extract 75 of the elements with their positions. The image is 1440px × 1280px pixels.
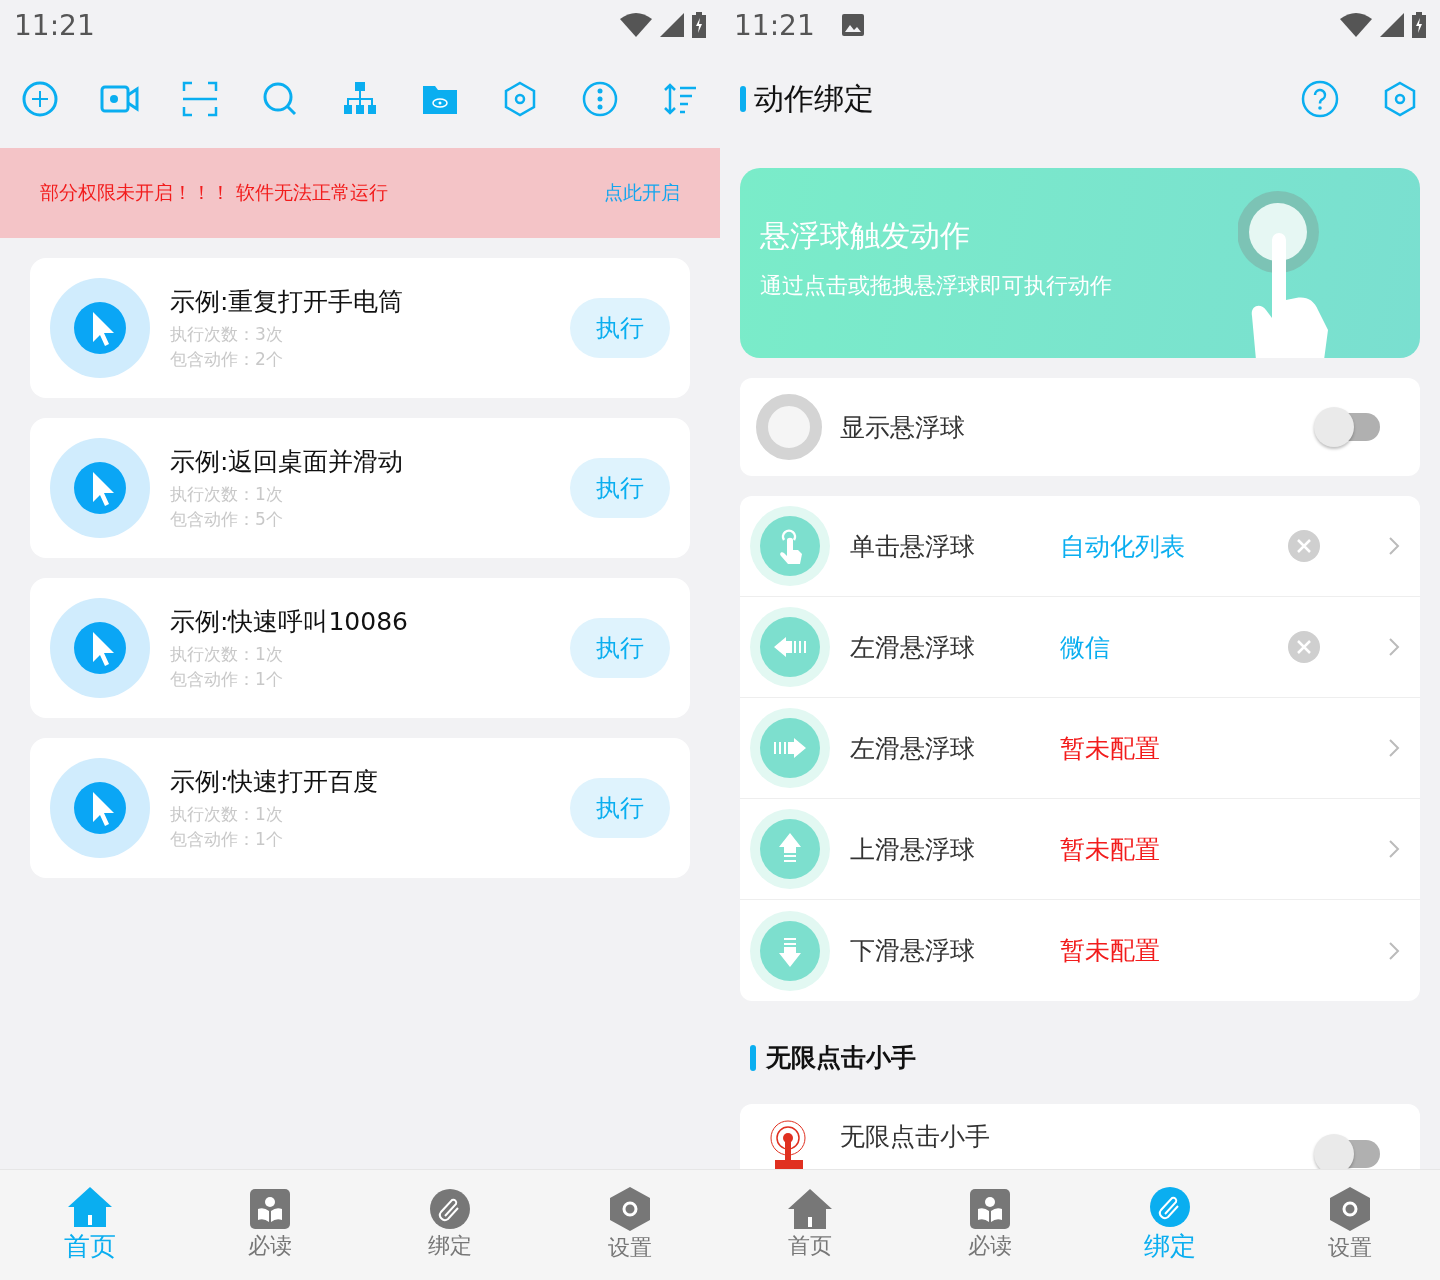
chevron-icon	[1388, 940, 1400, 961]
pointer-hand-icon	[750, 506, 830, 586]
wifi-icon	[1340, 13, 1372, 37]
page-title: 动作绑定	[754, 79, 874, 118]
gesture-name: 左滑悬浮球	[850, 732, 976, 765]
home-icon	[68, 1186, 112, 1227]
battery-icon	[1412, 12, 1426, 38]
gesture-row[interactable]: 下滑悬浮球 暂未配置	[740, 900, 1420, 1001]
run-button[interactable]: 执行	[570, 618, 670, 678]
setting-label: 显示悬浮球	[840, 411, 965, 444]
chevron-icon	[1388, 738, 1400, 758]
run-button[interactable]: 执行	[570, 778, 670, 838]
cursor-icon	[50, 598, 150, 698]
gesture-row[interactable]: 上滑悬浮球 暂未配置	[740, 799, 1420, 900]
nav-tab[interactable]: 设置	[540, 1170, 720, 1280]
section-title: 无限点击小手	[766, 1042, 916, 1074]
gesture-row[interactable]: 左滑悬浮球 暂未配置	[740, 698, 1420, 799]
chevron-icon	[1388, 839, 1400, 859]
cursor-icon	[50, 758, 150, 858]
gesture-name: 左滑悬浮球	[850, 631, 976, 664]
setting-label: 无限点击小手	[840, 1121, 990, 1153]
chevron-icon	[1388, 536, 1400, 556]
status-time: 11:21	[14, 8, 95, 42]
run-button[interactable]: 执行	[570, 458, 670, 518]
signal-icon	[660, 13, 684, 37]
book-icon	[970, 1189, 1010, 1229]
ball-icon	[756, 394, 822, 460]
nav-tab[interactable]: 绑定	[360, 1170, 540, 1280]
battery-icon	[692, 12, 706, 38]
link-icon	[1150, 1186, 1190, 1227]
more-icon[interactable]	[580, 79, 620, 119]
chevron-icon	[1388, 637, 1400, 657]
nav-tab[interactable]: 设置	[1260, 1170, 1440, 1280]
nav-tab[interactable]: 必读	[900, 1170, 1080, 1280]
cursor-icon	[50, 278, 150, 378]
bound-action: 暂未配置	[1060, 732, 1160, 765]
signal-icon	[1380, 13, 1404, 37]
nav-tab[interactable]: 首页	[0, 1170, 180, 1280]
bound-action: 暂未配置	[1060, 833, 1160, 866]
clear-icon[interactable]	[1288, 631, 1320, 663]
gesture-name: 上滑悬浮球	[850, 833, 976, 866]
gesture-name: 下滑悬浮球	[850, 935, 976, 967]
alert-message: 部分权限未开启！！！ 软件无法正常运行	[40, 180, 389, 205]
banner-subtitle: 通过点击或拖拽悬浮球即可执行动作	[760, 272, 1113, 300]
cursor-icon	[50, 438, 150, 538]
run-button[interactable]: 执行	[570, 298, 670, 358]
add-icon[interactable]	[20, 79, 60, 119]
nav-tab[interactable]: 首页	[720, 1170, 900, 1280]
nav-tab[interactable]: 绑定	[1080, 1170, 1260, 1280]
toggle-switch[interactable]	[1314, 405, 1380, 449]
gesture-row[interactable]: 单击悬浮球 自动化列表	[740, 496, 1420, 597]
help-icon[interactable]	[1300, 79, 1340, 119]
clear-icon[interactable]	[1288, 530, 1320, 562]
task-title: 示例:快速呼叫10086	[170, 605, 409, 638]
gesture-row[interactable]: 左滑悬浮球 微信	[740, 597, 1420, 698]
gesture-name: 单击悬浮球	[850, 530, 976, 563]
image-icon	[840, 13, 865, 37]
link-icon	[430, 1189, 470, 1229]
scan-icon[interactable]	[180, 79, 220, 119]
accent-bar	[750, 1044, 756, 1071]
task-title: 示例:重复打开手电筒	[170, 285, 405, 318]
task-title: 示例:快速打开百度	[170, 765, 380, 798]
settings-icon	[1330, 1187, 1370, 1231]
nav-tab[interactable]: 必读	[180, 1170, 360, 1280]
status-time: 11:21	[734, 8, 815, 42]
task-title: 示例:返回桌面并滑动	[170, 445, 405, 478]
accent-bar	[740, 86, 746, 112]
book-icon	[250, 1189, 290, 1229]
settings-icon	[610, 1187, 650, 1231]
wifi-icon	[620, 13, 652, 37]
bound-action: 暂未配置	[1060, 935, 1160, 967]
bound-action: 自动化列表	[1060, 530, 1185, 563]
home-icon	[788, 1189, 832, 1229]
banner-title: 悬浮球触发动作	[760, 217, 971, 255]
bound-action: 微信	[1060, 631, 1110, 664]
